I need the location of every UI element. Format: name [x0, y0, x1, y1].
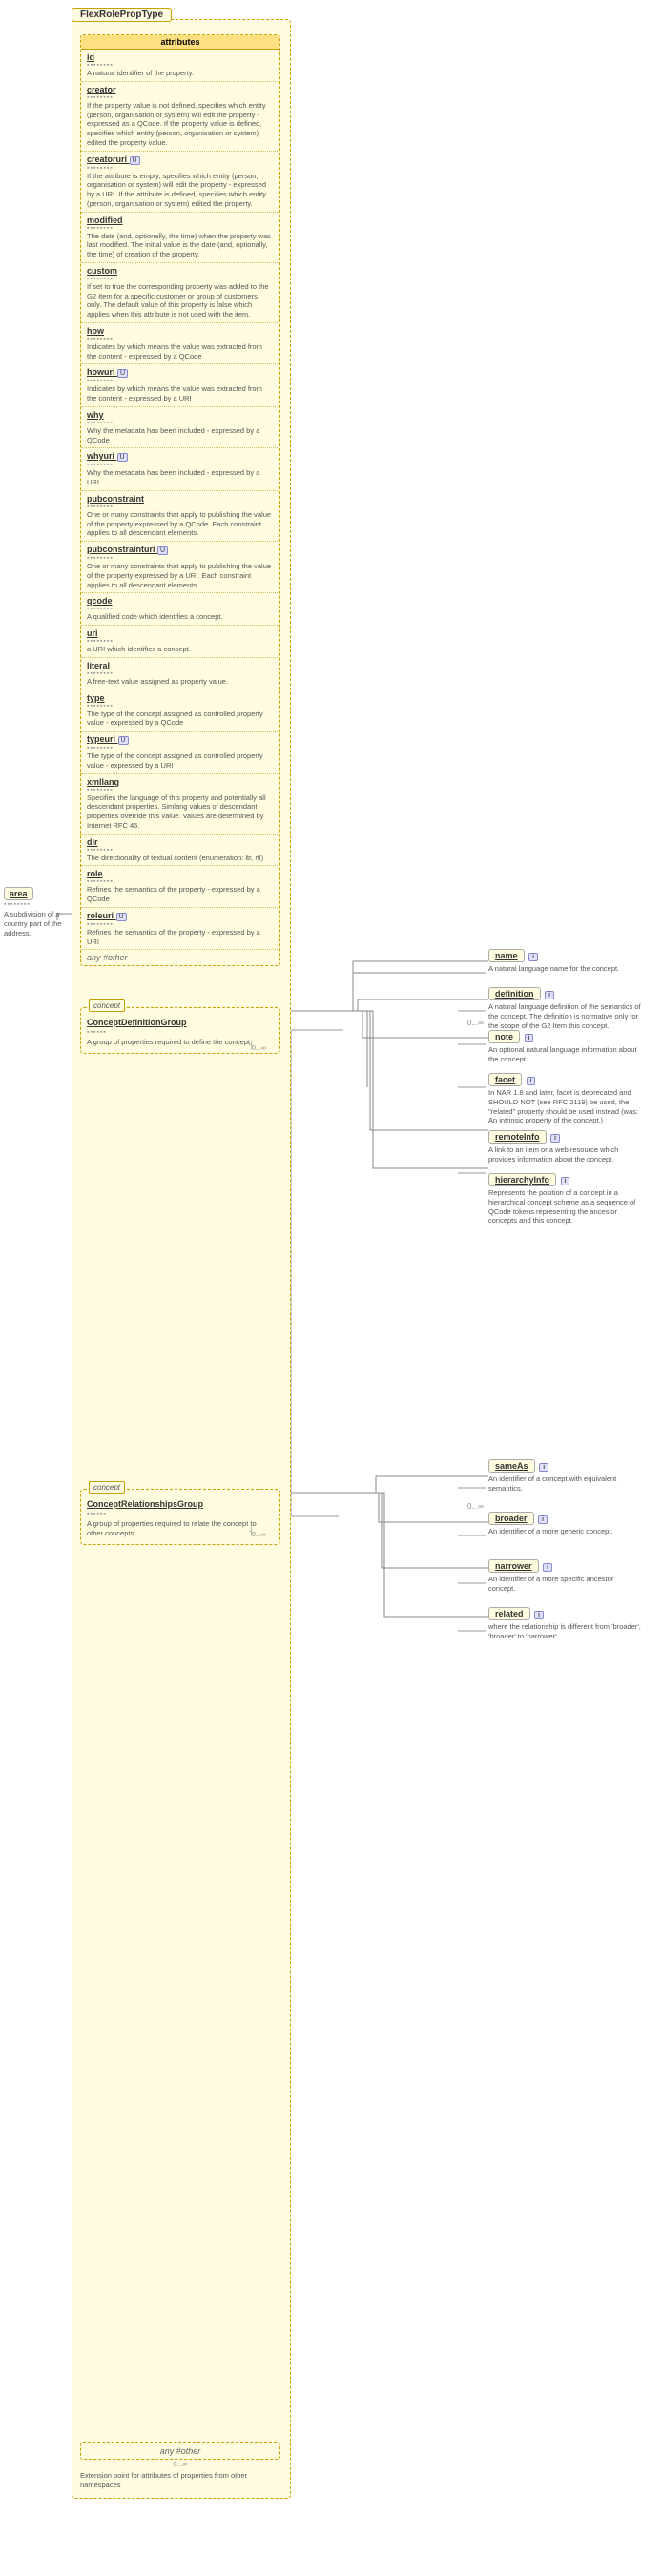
attr-literal: literal ▪▪▪▪▪▪▪▪ A free-text value assig…: [81, 658, 279, 690]
prop-note: note i An optional natural language info…: [488, 1030, 641, 1064]
prop-remoteinfo: remoteInfo i A link to an item or a web …: [488, 1130, 641, 1164]
attr-why: why ▪▪▪▪▪▪▪▪ Why the metadata has been i…: [81, 407, 279, 449]
prop-broader: broader i An identifier of a more generi…: [488, 1512, 641, 1536]
prop-name-label: name: [488, 949, 525, 962]
diagram-container: FlexRolePropType attributes id ▪▪▪▪▪▪▪▪ …: [0, 0, 662, 2576]
attr-pubconstrainturi: pubconstrainturi U ▪▪▪▪▪▪▪▪ One or many …: [81, 542, 279, 593]
main-title: FlexRolePropType: [72, 8, 172, 22]
attr-uri: uri ▪▪▪▪▪▪▪▪ a URI which identifies a co…: [81, 626, 279, 658]
prop-narrower: narrower i An identifier of a more speci…: [488, 1559, 641, 1594]
attr-xmllang: xmllang ▪▪▪▪▪▪▪▪ Specifies the language …: [81, 774, 279, 835]
attr-role: role ▪▪▪▪▪▪▪▪ Refines the semantics of t…: [81, 866, 279, 908]
attr-qcode: qcode ▪▪▪▪▪▪▪▪ A qualified code which id…: [81, 593, 279, 626]
attributes-box: attributes id ▪▪▪▪▪▪▪▪ A natural identif…: [80, 34, 280, 966]
prop-definition: definition i A natural language definiti…: [488, 987, 641, 1030]
prop-related: related i where the relationship is diff…: [488, 1607, 641, 1641]
bottom-any-other: any #other 0...∞ Extension point for att…: [80, 2442, 280, 2490]
crg-label: ConceptRelationshipsGroup: [87, 1499, 274, 1509]
prop-facet: facet i In NAR 1.8 and later, facet is d…: [488, 1073, 641, 1125]
attr-creatoruri: creatoruri U ▪▪▪▪▪▪▪▪ If the attribute i…: [81, 152, 279, 213]
attr-id-name: id: [87, 52, 274, 62]
prop-hierarchyinfo: hierarchyInfo i Represents the position …: [488, 1173, 641, 1226]
attr-roleuri: roleuri U ▪▪▪▪▪▪▪▪ Refines the semantics…: [81, 908, 279, 951]
crg-desc: A group of properties required to relate…: [87, 1519, 274, 1538]
attr-creator-name: creator: [87, 85, 274, 94]
attr-creator: creator ▪▪▪▪▪▪▪▪ If the property value i…: [81, 82, 279, 152]
prop-sameas: sameAs i An identifier of a concept with…: [488, 1459, 641, 1494]
attr-id-dots: ▪▪▪▪▪▪▪▪: [87, 62, 274, 69]
attr-how: how ▪▪▪▪▪▪▪▪ Indicates by which means th…: [81, 323, 279, 365]
attr-type: type ▪▪▪▪▪▪▪▪ The type of the concept as…: [81, 690, 279, 732]
attr-whyuri: whyuri U ▪▪▪▪▪▪▪▪ Why the metadata has b…: [81, 448, 279, 491]
attr-id-desc: A natural identifier of the property.: [87, 69, 274, 78]
attr-typeuri: typeuri U ▪▪▪▪▪▪▪▪ The type of the conce…: [81, 732, 279, 774]
concept-relationships-group-box: concept ConceptRelationshipsGroup ▪▪▪▪▪▪…: [80, 1489, 280, 1545]
attr-dir: dir ▪▪▪▪▪▪▪▪ The directionality of textu…: [81, 835, 279, 867]
cdg-desc: A group of properties required to define…: [87, 1038, 274, 1047]
attr-pubconstraint: pubconstraint ▪▪▪▪▪▪▪▪ One or many const…: [81, 491, 279, 542]
attr-any-other: any #other: [81, 950, 279, 965]
attributes-label: attributes: [81, 35, 279, 50]
area-name: area: [4, 887, 33, 900]
attr-howuri: howuri U ▪▪▪▪▪▪▪▪ Indicates by which mea…: [81, 364, 279, 407]
attr-id: id ▪▪▪▪▪▪▪▪ A natural identifier of the …: [81, 50, 279, 82]
area-box: area ▪▪▪▪▪▪▪▪ A subdivision of a country…: [4, 887, 69, 938]
cdg-label: ConceptDefinitionGroup: [87, 1018, 274, 1027]
prop-name: name i A natural language name for the c…: [488, 949, 641, 974]
main-container: attributes id ▪▪▪▪▪▪▪▪ A natural identif…: [72, 19, 291, 2499]
attr-custom: custom ▪▪▪▪▪▪▪▪ If set to true the corre…: [81, 263, 279, 323]
area-desc: A subdivision of a country part of the a…: [4, 910, 69, 938]
attr-modified: modified ▪▪▪▪▪▪▪▪ The date (and, optiona…: [81, 213, 279, 263]
